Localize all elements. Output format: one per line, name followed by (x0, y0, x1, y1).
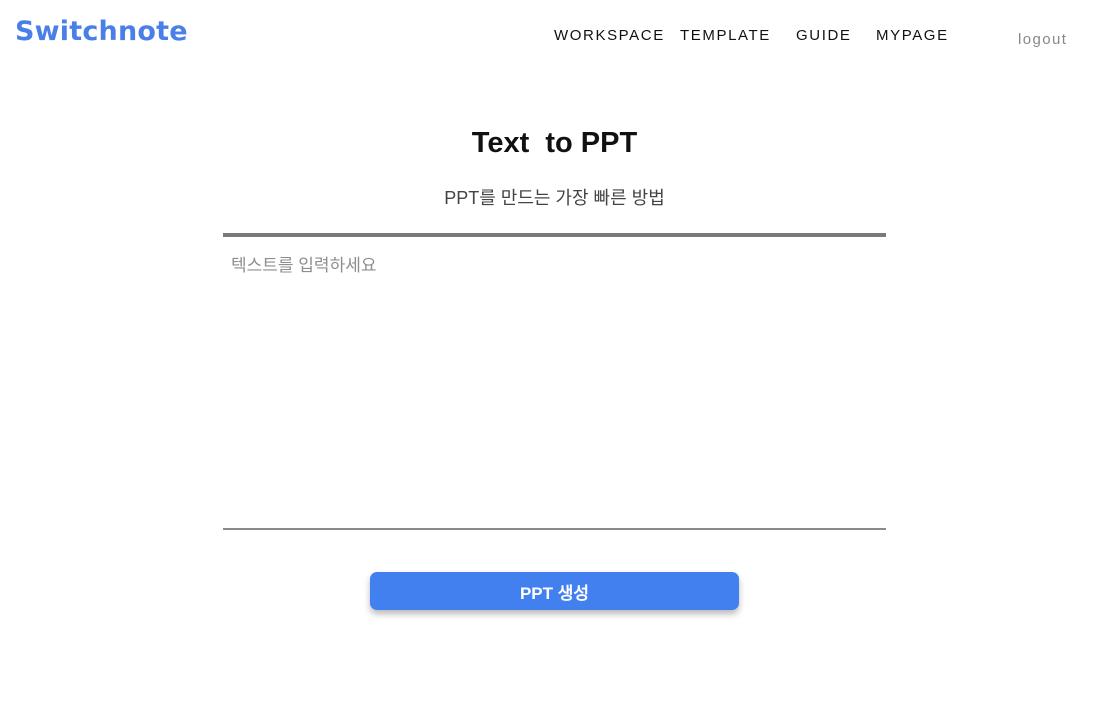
logo[interactable]: Switchnote (15, 16, 188, 47)
nav-mypage[interactable]: MYPAGE (876, 27, 949, 44)
nav-template[interactable]: TEMPLATE (680, 27, 771, 44)
page-title: Text to PPT (471, 127, 638, 159)
page: Switchnote WORKSPACE TEMPLATE GUIDE MYPA… (0, 0, 1109, 719)
text-input[interactable] (223, 233, 886, 530)
nav-guide[interactable]: GUIDE (796, 27, 852, 44)
generate-ppt-button[interactable]: PPT 생성 (370, 572, 739, 610)
page-subtitle: PPT를 만드는 가장 빠른 방법 (444, 188, 665, 208)
logout-link[interactable]: logout (1018, 31, 1067, 48)
nav-workspace[interactable]: WORKSPACE (554, 27, 665, 44)
